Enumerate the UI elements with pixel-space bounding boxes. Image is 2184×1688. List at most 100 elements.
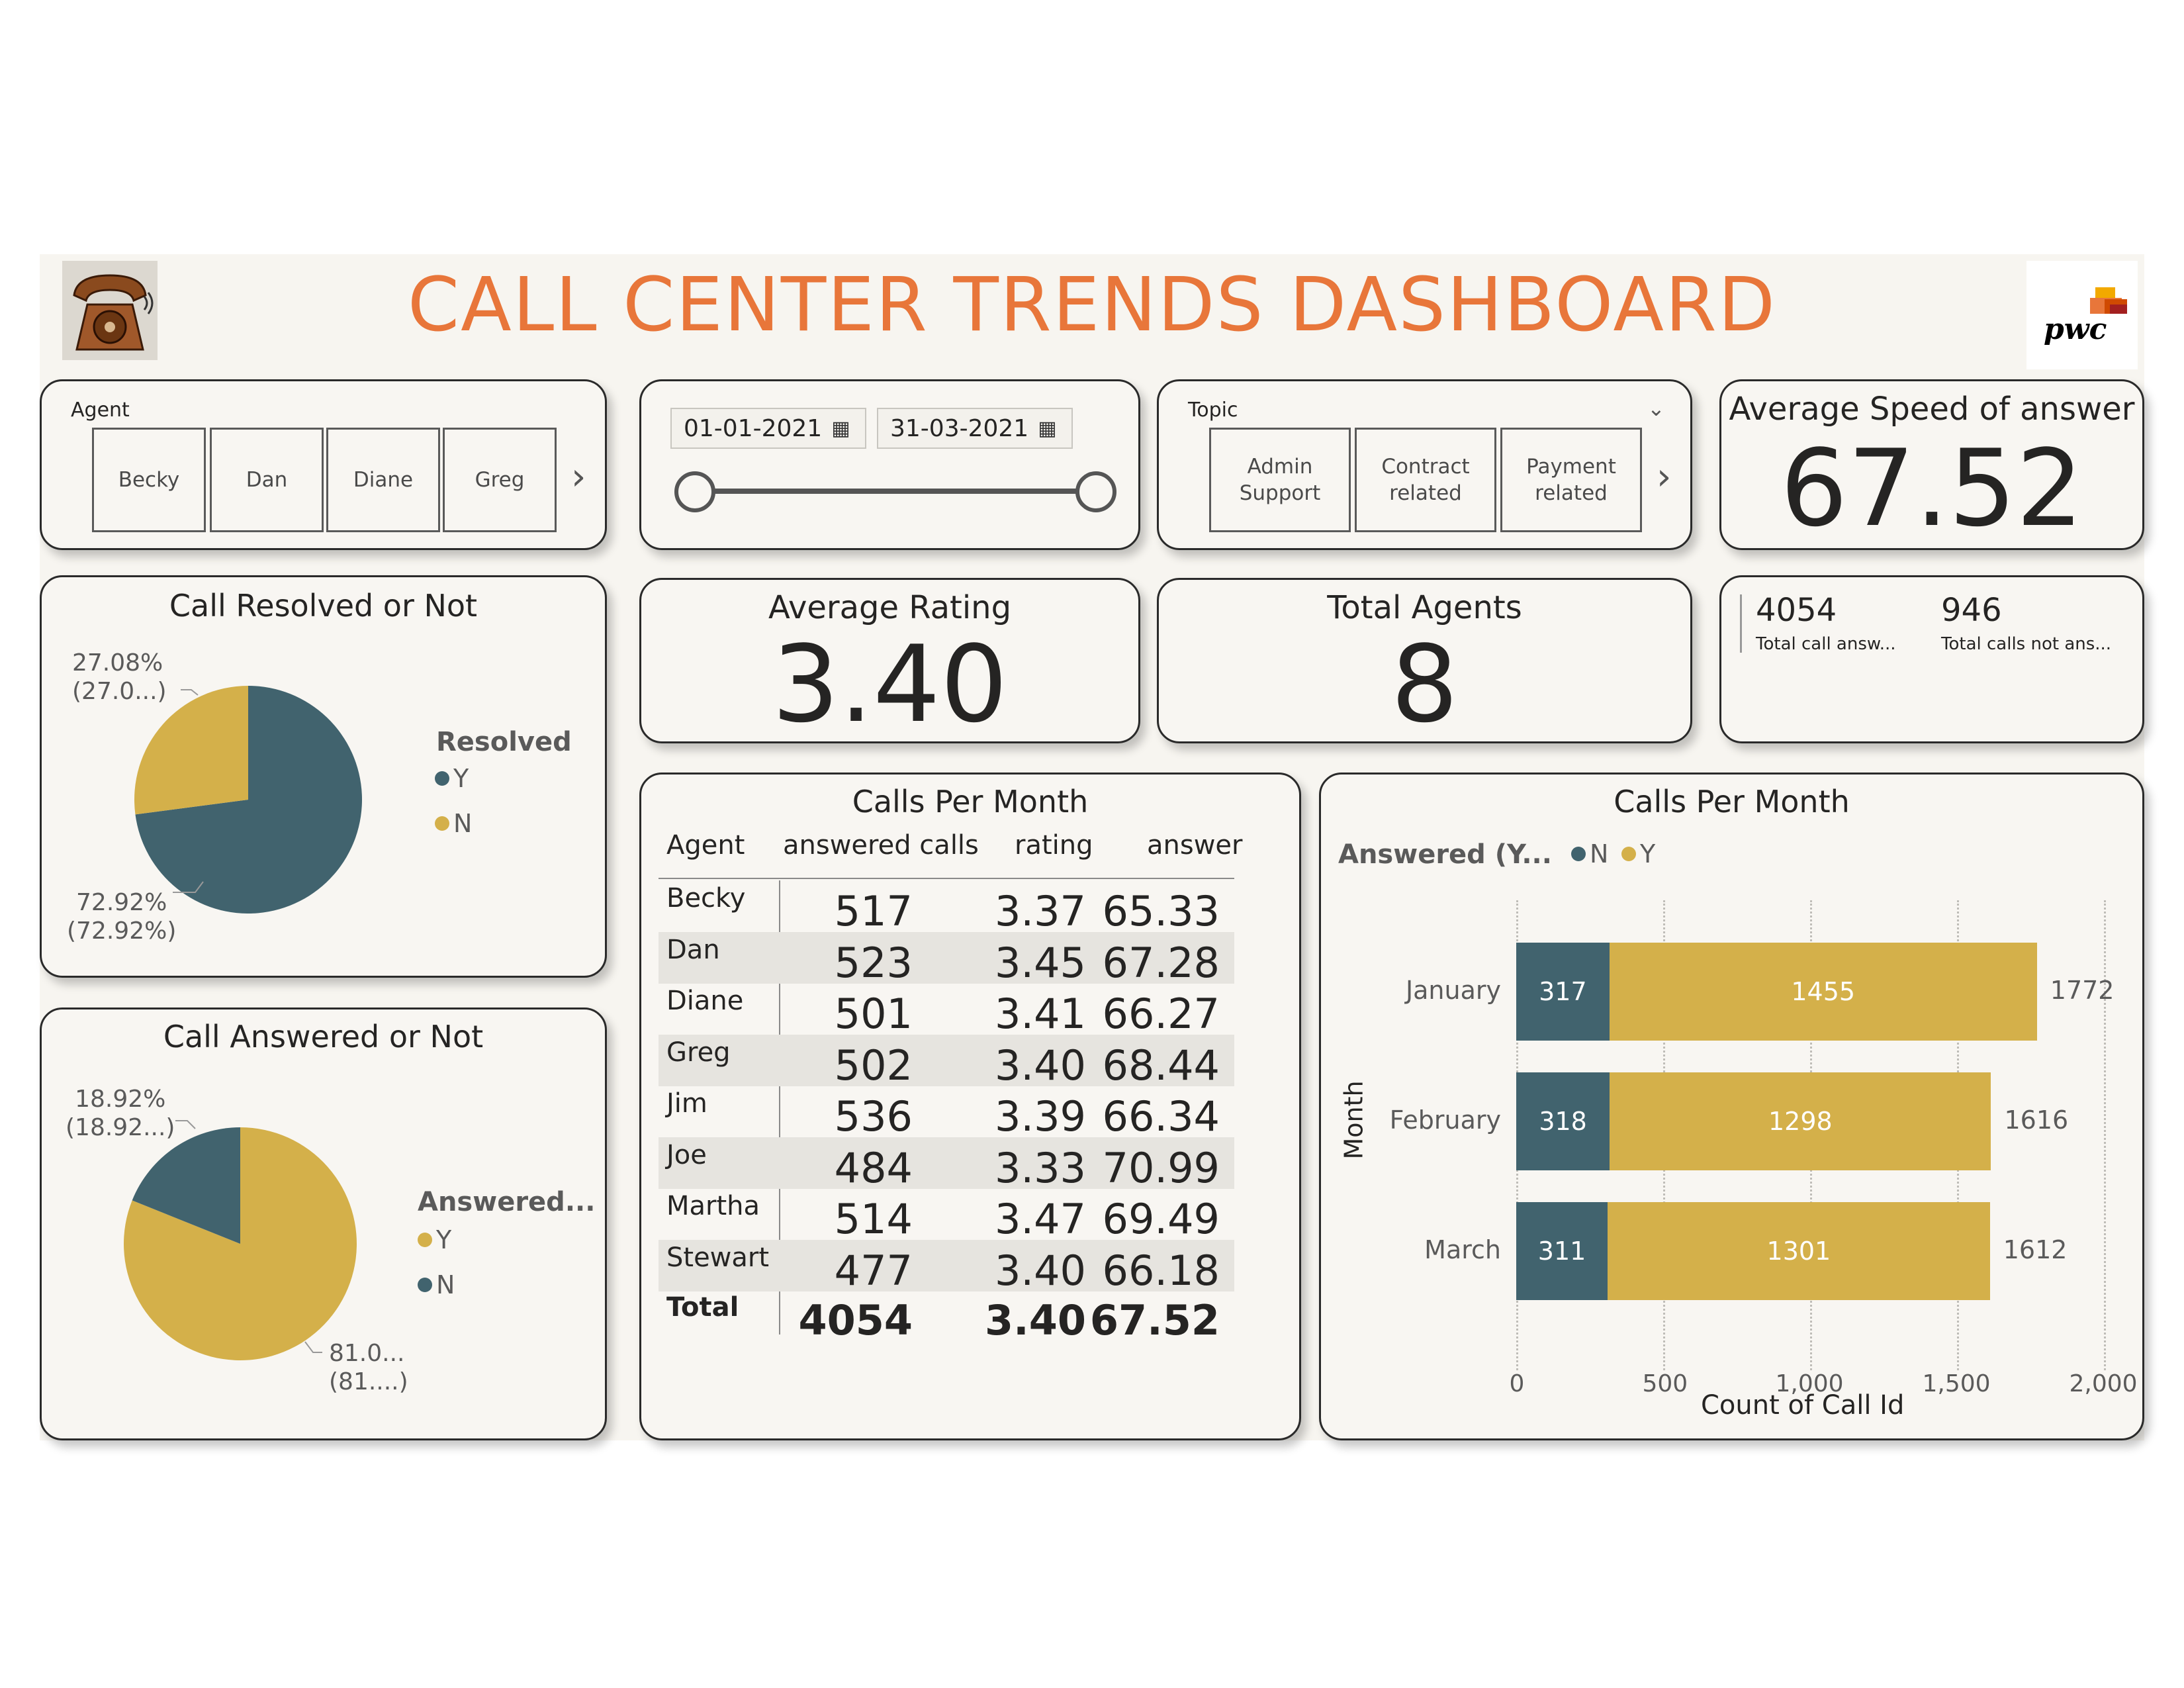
table-row[interactable]: Stewart 477 3.40 66.18 <box>659 1239 1234 1295</box>
col-rating[interactable]: rating <box>1015 830 1093 861</box>
bar-segment-y[interactable]: 1301 <box>1608 1202 1990 1300</box>
answer-speed: 67.28 <box>1102 938 1220 987</box>
table-row[interactable]: Becky 517 3.37 65.33 <box>659 880 1234 935</box>
bar-total-label: 1616 <box>2004 1105 2069 1135</box>
col-answer[interactable]: answer <box>1147 830 1242 861</box>
answered-n-percent: 18.92% <box>75 1086 166 1113</box>
x-tick-label: 0 <box>1509 1370 1525 1397</box>
answered-calls: 523 <box>834 938 913 987</box>
agent-name: Jim <box>666 1088 707 1119</box>
x-tick-label: 1,500 <box>1922 1370 1991 1397</box>
resolved-legend-y[interactable]: Y <box>435 764 469 793</box>
calendar-icon[interactable]: ▦ <box>1038 417 1056 440</box>
total-answer: 67.52 <box>1089 1296 1220 1344</box>
call-answered-card: Call Answered or Not 18.92% (18.92...) 8… <box>40 1008 607 1440</box>
resolved-legend-n[interactable]: N <box>435 809 472 838</box>
answered-calls: 514 <box>834 1195 913 1243</box>
topic-slicer: Topic ⌄ Admin Support Contract related P… <box>1157 379 1692 550</box>
total-rating: 3.40 <box>985 1296 1086 1344</box>
bar-total-label: 1612 <box>2003 1235 2068 1264</box>
agent-slicer-label: Agent <box>71 399 130 422</box>
agent-name: Greg <box>666 1037 731 1068</box>
chevron-right-icon[interactable]: › <box>1657 455 1671 498</box>
date-range-start-handle[interactable] <box>674 471 715 512</box>
rating: 3.33 <box>994 1143 1086 1192</box>
topic-chip-admin-support[interactable]: Admin Support <box>1209 428 1351 532</box>
end-date-field[interactable]: 31-03-2021 ▦ <box>877 408 1073 449</box>
topic-chip-payment-related[interactable]: Payment related <box>1500 428 1642 532</box>
start-date-value: 01-01-2021 <box>684 414 823 442</box>
bar-segment-n[interactable]: 311 <box>1516 1202 1608 1300</box>
pwc-logo-text: pwc <box>2044 312 2107 346</box>
resolved-n-percent: 27.08% <box>72 649 163 677</box>
table-row[interactable]: Joe 484 3.33 70.99 <box>659 1137 1234 1192</box>
agent-name: Diane <box>666 986 744 1016</box>
x-tick-label: 2,000 <box>2069 1370 2138 1397</box>
agent-chip-dan[interactable]: Dan <box>210 428 324 532</box>
date-range-end-handle[interactable] <box>1075 471 1116 512</box>
calls-table-title: Calls Per Month <box>852 784 1089 820</box>
table-row[interactable]: Greg 502 3.40 68.44 <box>659 1034 1234 1090</box>
table-row[interactable]: Diane 501 3.41 66.27 <box>659 983 1234 1038</box>
rating: 3.40 <box>994 1246 1086 1295</box>
answered-y-percent: 81.0... <box>329 1340 405 1367</box>
start-date-field[interactable]: 01-01-2021 ▦ <box>670 408 866 449</box>
topic-chip-contract-related[interactable]: Contract related <box>1355 428 1496 532</box>
answered-y-detail: (81....) <box>329 1368 408 1396</box>
not-answered-count: 946 <box>1941 592 2002 629</box>
calendar-icon[interactable]: ▦ <box>831 417 850 440</box>
legend-dot <box>418 1278 432 1292</box>
answer-speed: 68.44 <box>1102 1041 1220 1090</box>
x-tick-label: 500 <box>1642 1370 1688 1397</box>
total-agents-value: 8 <box>1390 622 1459 746</box>
answer-speed: 66.18 <box>1102 1246 1220 1295</box>
table-row[interactable]: Jim 536 3.39 66.34 <box>659 1086 1234 1141</box>
topic-slicer-label: Topic <box>1188 399 1238 422</box>
resolved-n-label: 27.08% (27.0...) <box>72 649 167 706</box>
header-divider <box>659 878 1234 879</box>
table-row[interactable]: Dan 523 3.45 67.28 <box>659 931 1234 987</box>
agent-name: Becky <box>666 883 746 914</box>
month-label: January <box>1405 976 1501 1005</box>
answer-speed: 66.34 <box>1102 1092 1220 1141</box>
agent-slicer: Agent Becky Dan Diane Greg › <box>40 379 607 550</box>
rating: 3.39 <box>994 1092 1086 1141</box>
answer-speed: 66.27 <box>1102 990 1220 1038</box>
avg-speed-card: Average Speed of answer 67.52 <box>1719 379 2144 550</box>
answered-pie <box>123 1120 357 1360</box>
legend-label: Y <box>453 764 469 793</box>
resolved-n-detail: (27.0...) <box>72 678 167 706</box>
chevron-down-icon[interactable]: ⌄ <box>1647 396 1665 421</box>
col-agent[interactable]: Agent <box>666 830 745 861</box>
calls-table-card: Calls Per Month Agent answered calls rat… <box>639 773 1301 1440</box>
rating: 3.37 <box>994 887 1086 935</box>
date-range-slicer: 01-01-2021 ▦ 31-03-2021 ▦ <box>639 379 1140 550</box>
agent-name: Stewart <box>666 1242 770 1273</box>
avg-speed-value: 67.52 <box>1780 426 2084 550</box>
agent-chip-greg[interactable]: Greg <box>443 428 557 532</box>
bar-segment-n[interactable]: 318 <box>1516 1072 1610 1170</box>
legend-dot <box>435 771 449 786</box>
answered-legend-y[interactable]: Y <box>418 1225 451 1254</box>
table-row[interactable]: Martha 514 3.47 69.49 <box>659 1188 1234 1243</box>
dashboard-title: CALL CENTER TRENDS DASHBOARD <box>407 262 1777 348</box>
total-agents-card: Total Agents 8 <box>1157 578 1692 746</box>
chevron-right-icon[interactable]: › <box>571 455 586 498</box>
answered-calls: 536 <box>834 1092 913 1141</box>
end-date-value: 31-03-2021 <box>890 414 1029 442</box>
agent-chip-becky[interactable]: Becky <box>92 428 206 532</box>
x-axis-label: Count of Call Id <box>1701 1390 1905 1421</box>
answered-y-label: 81.0... (81....) <box>329 1339 408 1396</box>
col-answered-calls[interactable]: answered calls <box>783 830 979 861</box>
bar-segment-n[interactable]: 317 <box>1516 943 1610 1041</box>
answered-n-label: 18.92% (18.92...) <box>66 1085 175 1142</box>
agent-chip-diane[interactable]: Diane <box>326 428 440 532</box>
call-resolved-card: Call Resolved or Not 27.08% (27.0...) 72… <box>40 575 607 978</box>
answer-speed: 70.99 <box>1102 1143 1220 1192</box>
answered-calls: 501 <box>834 990 913 1038</box>
bar-segment-y[interactable]: 1455 <box>1609 943 2037 1041</box>
answered-count: 4054 <box>1756 592 1837 629</box>
bar-segment-y[interactable]: 1298 <box>1610 1072 1991 1170</box>
avg-rating-title: Average Rating <box>768 589 1012 626</box>
answered-legend-n[interactable]: N <box>418 1270 455 1299</box>
